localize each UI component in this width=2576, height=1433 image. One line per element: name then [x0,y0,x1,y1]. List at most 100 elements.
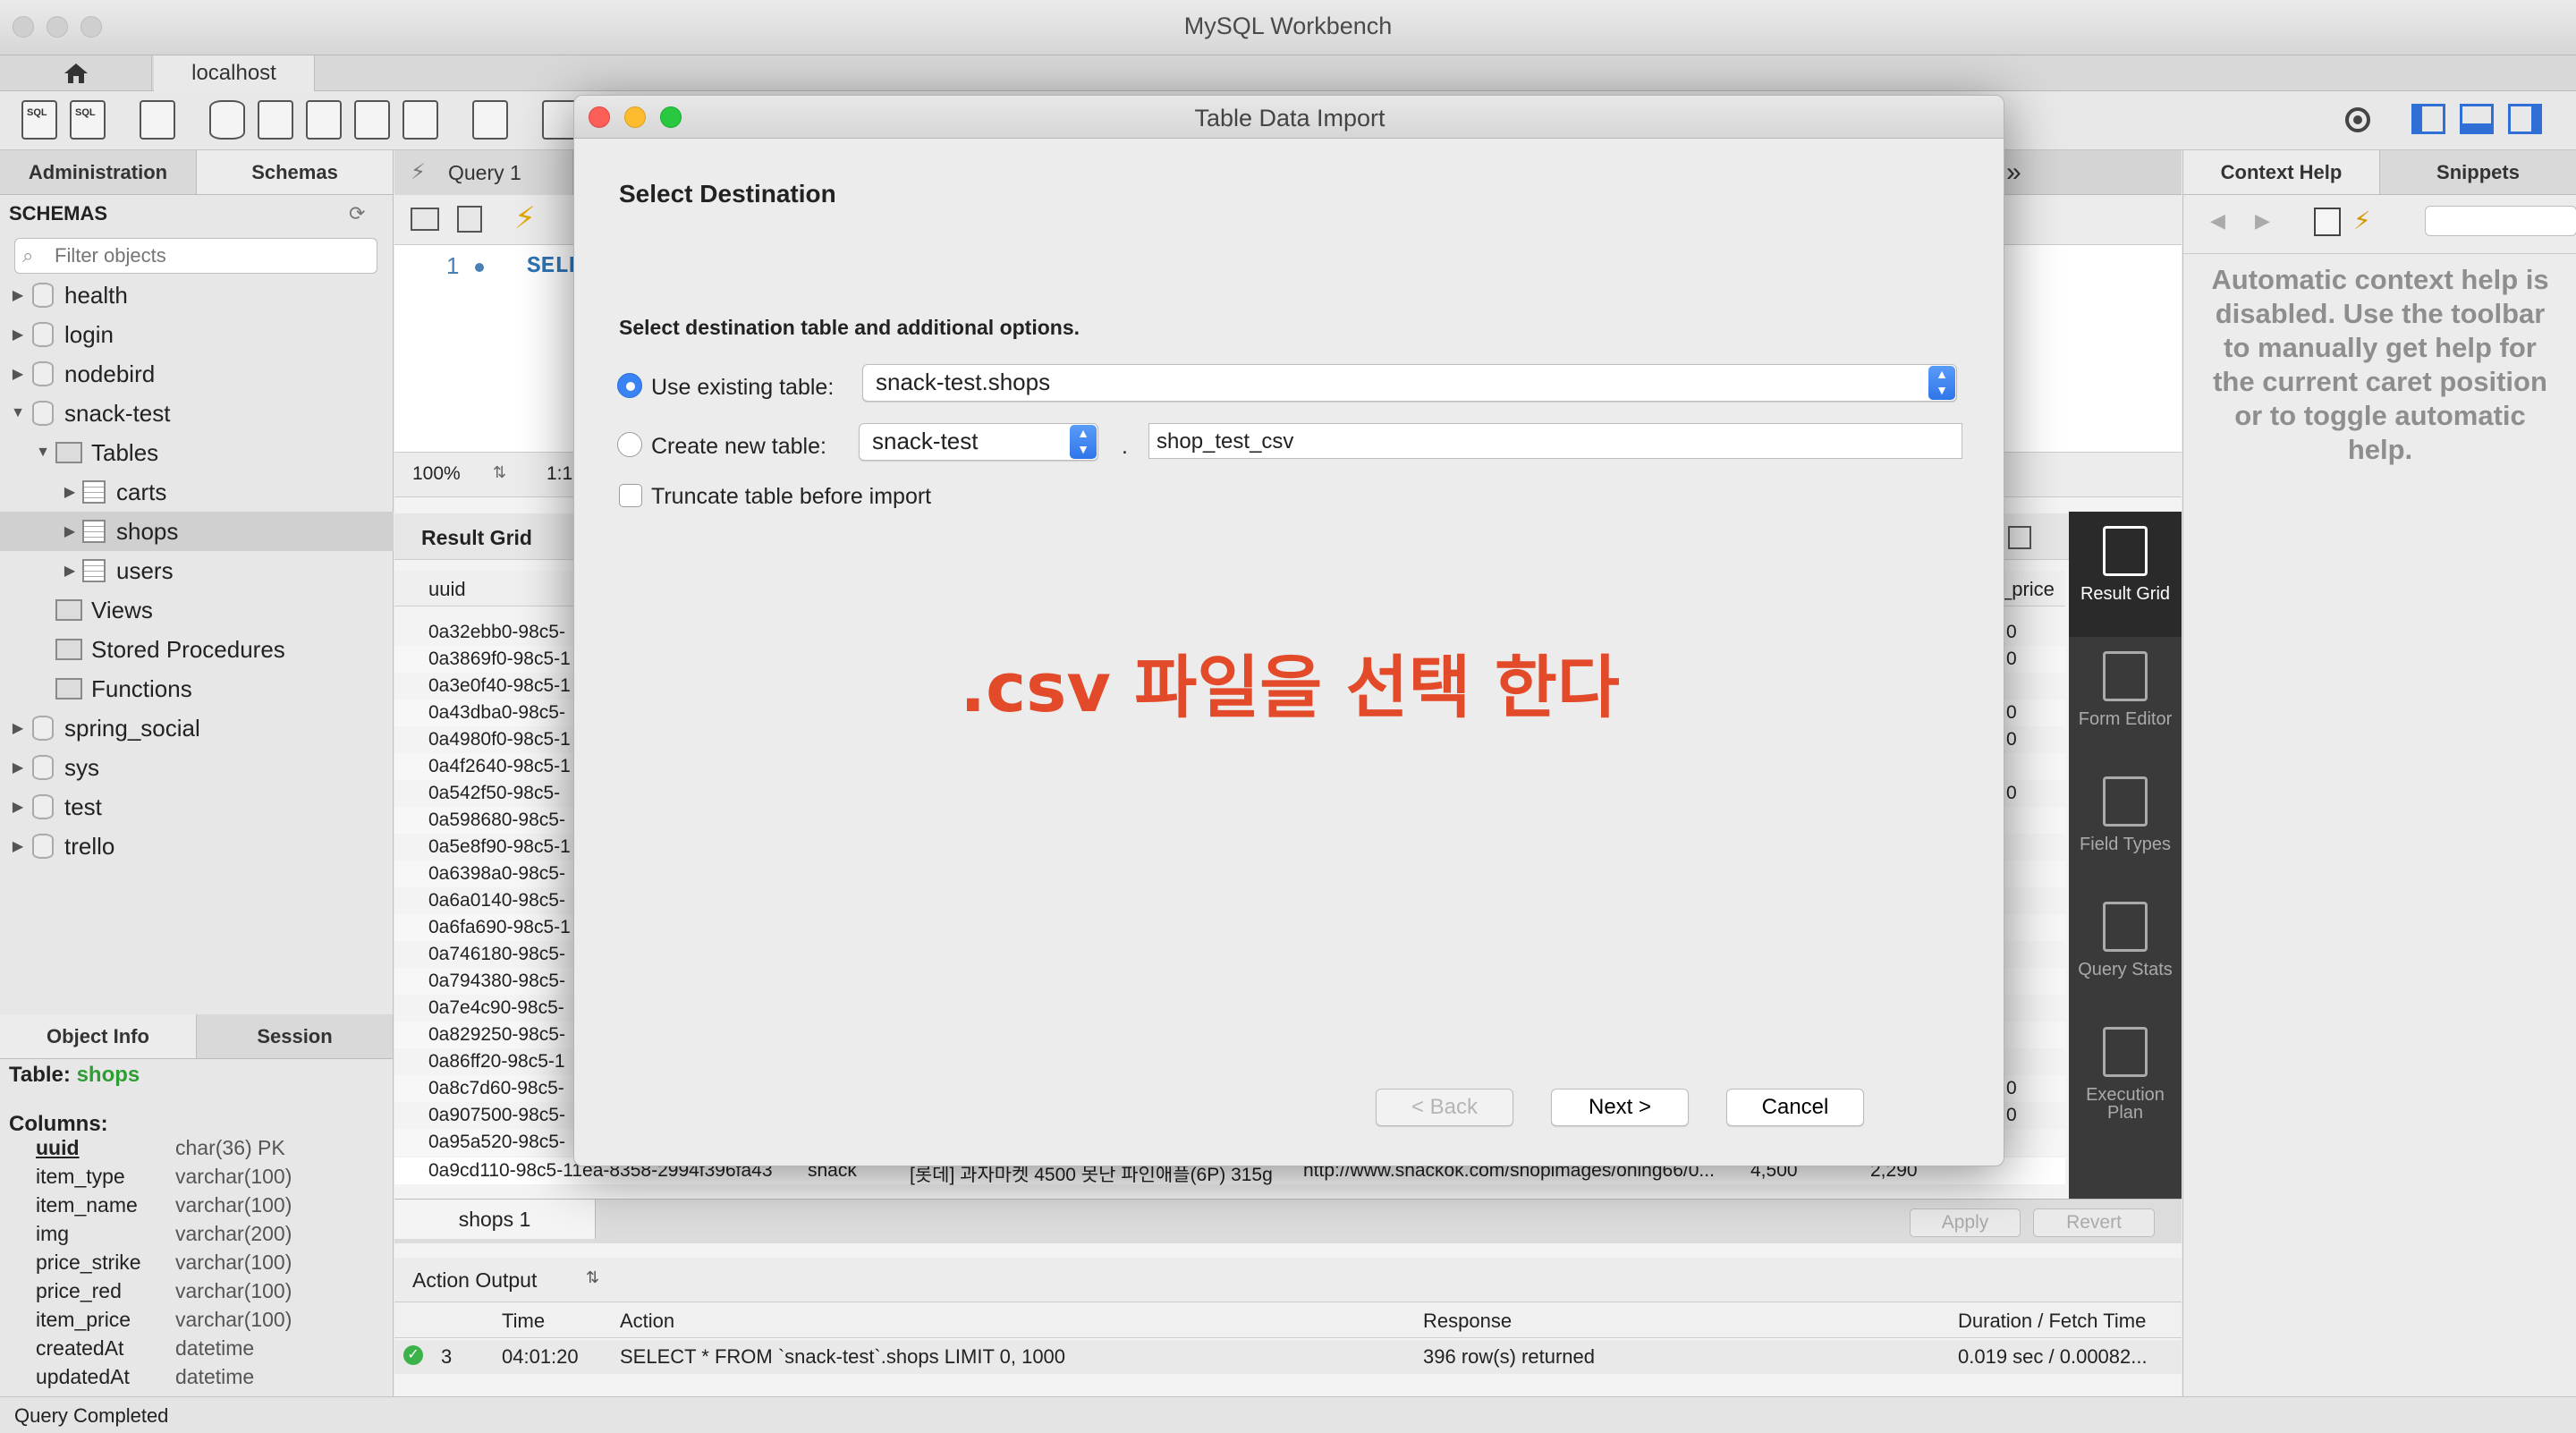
manual-help-icon[interactable] [2314,208,2341,236]
search-table-data-icon[interactable] [472,100,508,140]
expanded-arrow-icon[interactable]: ▼ [34,445,52,461]
collapsed-arrow-icon[interactable]: ▶ [61,562,79,580]
collapsed-arrow-icon[interactable]: ▶ [9,365,27,383]
tree-item-label: snack-test [64,399,171,427]
tab-administration[interactable]: Administration [0,150,197,194]
view-execution-plan[interactable]: Execution Plan [2069,1013,2182,1138]
tab-object-info[interactable]: Object Info [0,1014,197,1058]
database-icon [32,716,54,741]
create-view-icon[interactable] [306,100,342,140]
tree-item-spring-social[interactable]: ▶ spring_social [0,708,394,748]
back-arrow-icon[interactable]: ◀ [2210,209,2225,233]
toggle-secondary-sidebar-icon[interactable] [2508,104,2542,134]
tab-context-help[interactable]: Context Help [2183,150,2380,194]
apply-button[interactable]: Apply [1910,1208,2021,1237]
column-header-price[interactable]: _price [2001,578,2055,601]
tab-query-1[interactable]: ⚡ Query 1 [394,150,573,195]
folder-icon [55,442,82,463]
tree-item-stored-procedures[interactable]: Stored Procedures [0,630,394,669]
toggle-output-icon[interactable] [2460,104,2494,134]
tab-shops-1[interactable]: shops 1 [394,1200,596,1239]
truncate-table-checkbox[interactable] [619,484,642,507]
collapsed-arrow-icon[interactable]: ▶ [9,837,27,855]
tree-item-tables[interactable]: ▼ Tables [0,433,394,472]
existing-table-select[interactable]: snack-test.shops ▲ ▼ [862,364,1957,402]
open-file-icon[interactable] [411,208,439,231]
create-schema-icon[interactable] [209,100,245,140]
collapsed-arrow-icon[interactable]: ▶ [61,522,79,540]
more-tabs-icon[interactable]: » [2006,157,2021,188]
collapsed-arrow-icon[interactable]: ▶ [9,798,27,816]
expanded-arrow-icon[interactable]: ▼ [9,405,27,421]
toggle-wrap-icon[interactable] [2008,526,2031,549]
execute-icon[interactable]: ⚡ [514,200,536,236]
create-procedure-icon[interactable] [354,100,390,140]
revert-button[interactable]: Revert [2033,1208,2155,1237]
new-sql-tab-icon[interactable]: SQL [21,100,57,140]
view-field-types[interactable]: Field Types [2069,762,2182,887]
refresh-icon[interactable]: ⟳ [349,202,365,225]
cancel-button[interactable]: Cancel [1726,1089,1864,1126]
zoom-level[interactable]: 100% [412,463,461,485]
collapsed-arrow-icon[interactable]: ▶ [9,719,27,737]
database-icon [32,322,54,347]
success-check-icon: ✓ [403,1345,423,1365]
home-tab[interactable] [0,55,152,91]
create-new-table-radio[interactable] [617,432,642,457]
filter-objects-box[interactable]: ⌕ [14,238,377,274]
tree-item-trello[interactable]: ▶ trello [0,827,394,866]
tree-item-carts[interactable]: ▶ carts [0,472,394,512]
tree-item-sys[interactable]: ▶ sys [0,748,394,787]
connection-tab-localhost[interactable]: localhost [154,55,315,91]
output-type-select[interactable]: Action Output [412,1268,537,1293]
tab-schemas[interactable]: Schemas [197,150,394,194]
save-icon[interactable] [457,206,482,233]
forward-arrow-icon[interactable]: ▶ [2255,209,2270,233]
tree-item-login[interactable]: ▶ login [0,315,394,354]
toggle-sidebar-icon[interactable] [2411,104,2445,134]
tab-snippets[interactable]: Snippets [2380,150,2576,194]
back-button[interactable]: < Back [1376,1089,1513,1126]
tree-item-health[interactable]: ▶ health [0,276,394,315]
collapsed-arrow-icon[interactable]: ▶ [9,759,27,776]
create-table-icon[interactable] [258,100,293,140]
collapsed-arrow-icon[interactable]: ▶ [61,483,79,501]
inspector-icon[interactable] [140,100,175,140]
tree-item-snack-test[interactable]: ▼ snack-test [0,394,394,433]
tree-item-users[interactable]: ▶ users [0,551,394,590]
filter-objects-input[interactable] [55,242,368,269]
right-panel-tabs: Context Help Snippets [2183,150,2576,195]
tree-item-shops[interactable]: ▶ shops [0,512,394,551]
collapsed-arrow-icon[interactable]: ▶ [9,326,27,343]
cell-uuid: 0a6398a0-98c5- [428,863,565,884]
tree-item-views[interactable]: Views [0,590,394,630]
new-table-schema-select[interactable]: snack-test ▲ ▼ [859,423,1098,461]
tree-item-test[interactable]: ▶ test [0,787,394,827]
tab-session[interactable]: Session [197,1014,394,1058]
reconnect-icon[interactable] [542,100,578,140]
output-select-stepper-icon[interactable]: ⇅ [586,1268,599,1287]
gear-icon[interactable] [2340,102,2376,138]
next-button[interactable]: Next > [1551,1089,1689,1126]
auto-help-icon[interactable]: ⚡ [2353,206,2371,235]
collapsed-arrow-icon[interactable]: ▶ [9,286,27,304]
schemas-header: SCHEMAS [9,202,108,225]
output-row[interactable]: ✓ 3 04:01:20 SELECT * FROM `snack-test`.… [394,1340,2182,1374]
create-function-icon[interactable] [402,100,438,140]
cell-price: 0 [2006,622,2017,642]
column-header-uuid[interactable]: uuid [428,578,466,601]
view-query-stats[interactable]: Query Stats [2069,887,2182,1013]
new-table-name-input[interactable]: shop_test_csv [1148,423,1962,459]
column-info-row: createdAt datetime [36,1336,385,1365]
zoom-stepper-icon[interactable]: ⇅ [493,463,506,482]
tree-item-functions[interactable]: Functions [0,669,394,708]
cell-price: 0 [2006,1105,2017,1125]
tree-item-nodebird[interactable]: ▶ nodebird [0,354,394,394]
view-result-grid[interactable]: Result Grid [2069,512,2182,637]
context-help-message: Automatic context help is disabled. Use … [2211,264,2549,465]
column-type: varchar(100) [175,1308,292,1331]
open-sql-script-icon[interactable]: SQL [70,100,106,140]
help-search-input[interactable] [2425,206,2576,236]
use-existing-table-radio[interactable] [617,373,642,398]
view-form-editor[interactable]: Form Editor [2069,637,2182,762]
